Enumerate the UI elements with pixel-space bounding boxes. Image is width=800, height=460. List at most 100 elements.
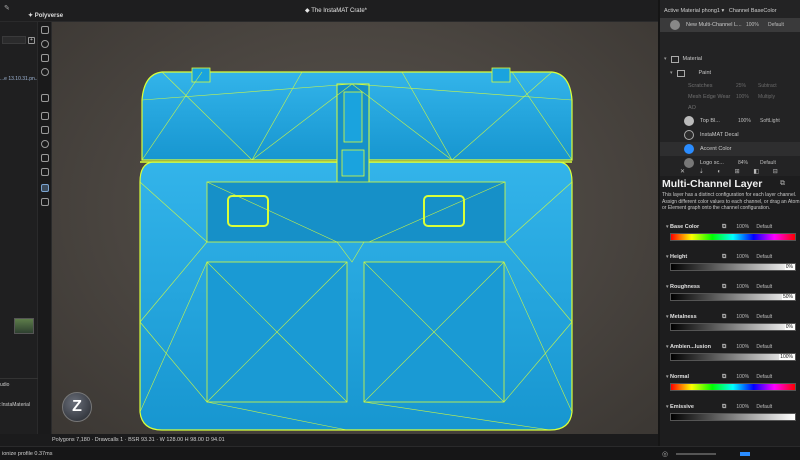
- 3d-viewport[interactable]: Z: [52, 22, 658, 434]
- pin-icon[interactable]: ✎: [4, 4, 10, 12]
- scale-tool-icon[interactable]: [41, 54, 49, 62]
- display-tool-icon[interactable]: [41, 198, 49, 206]
- props-description: This layer has a distinct configuration …: [662, 192, 800, 211]
- channel-blend[interactable]: Default: [756, 254, 772, 260]
- channel-blend[interactable]: Default: [756, 224, 772, 230]
- camera-tool-icon[interactable]: [41, 168, 49, 176]
- brand-label: ✦ Polyverse: [28, 13, 64, 19]
- select-tool-icon[interactable]: [41, 126, 49, 134]
- channel-opacity[interactable]: 100%: [736, 254, 756, 260]
- top-bar: ✎ ✦ Polyverse ◆ The InstaMAT Crate*: [0, 0, 660, 22]
- link-icon[interactable]: ⧉: [722, 404, 726, 411]
- z-logo-icon[interactable]: Z: [62, 392, 92, 422]
- layer-tool-icon[interactable]: [41, 94, 49, 102]
- channel-value-bar[interactable]: [670, 383, 796, 391]
- channel-opacity[interactable]: 100%: [736, 344, 756, 350]
- layer-row[interactable]: ▾ Paint: [660, 66, 800, 80]
- mask-tool-icon[interactable]: [41, 154, 49, 162]
- decal-icon: [684, 130, 694, 140]
- left-panel: + ...e 13.10.31.pn... udio :InstaMateria…: [0, 22, 38, 434]
- channel-name: Roughness: [670, 284, 700, 290]
- channel-blend[interactable]: Default: [756, 374, 772, 380]
- layer-row[interactable]: AO: [660, 101, 800, 115]
- link-icon[interactable]: ⧉: [722, 374, 726, 381]
- zoom-slider[interactable]: [676, 453, 716, 455]
- link-icon[interactable]: ⧉: [722, 254, 726, 261]
- channel-header[interactable]: ▾ Height ⧉ 100% Default: [660, 252, 800, 262]
- image-thumbnail[interactable]: [14, 318, 34, 334]
- channel-name: Ambien...lusion: [670, 344, 711, 350]
- channel-section: ▾ Ambien...lusion ⧉ 100% Default 100%: [660, 342, 800, 361]
- folder-icon: [676, 69, 685, 77]
- channel-opacity[interactable]: 100%: [736, 404, 756, 410]
- channel-header[interactable]: ▾ Normal ⧉ 100% Default: [660, 372, 800, 382]
- channel-blend[interactable]: Default: [756, 344, 772, 350]
- channel-name: Metalness: [670, 314, 697, 320]
- left-search-input[interactable]: [2, 36, 26, 44]
- channel-name: Height: [670, 254, 688, 260]
- channel-section: ▾ Normal ⧉ 100% Default: [660, 372, 800, 391]
- channel-value: 50%: [781, 294, 794, 300]
- material-thumb-icon: [670, 20, 680, 30]
- channel-value-bar[interactable]: 50%: [670, 293, 796, 301]
- channel-header[interactable]: ▾ Base Color ⧉ 100% Default: [660, 222, 800, 232]
- tool-strip: [38, 22, 52, 434]
- channel-header[interactable]: ▾ Roughness ⧉ 100% Default: [660, 282, 800, 292]
- paint-tool-icon[interactable]: [41, 184, 49, 192]
- channel-value-bar[interactable]: [670, 233, 796, 241]
- delete-tool-icon[interactable]: [41, 112, 49, 120]
- channel-name: Normal: [670, 374, 689, 380]
- folder-icon: [670, 55, 679, 63]
- link-icon[interactable]: ⧉: [722, 284, 726, 291]
- channel-section: ▾ Height ⧉ 100% Default 0%: [660, 252, 800, 271]
- add-icon[interactable]: +: [28, 37, 35, 44]
- link-icon[interactable]: ⧉: [722, 224, 726, 231]
- material-row[interactable]: New Multi-Channel L... 100% Default: [660, 18, 800, 32]
- window-title: ◆ The InstaMAT Crate*: [305, 8, 367, 14]
- divider: [0, 378, 38, 379]
- channel-opacity[interactable]: 100%: [736, 314, 756, 320]
- channel-value: 0%: [784, 324, 794, 330]
- channel-select[interactable]: BaseColor: [751, 8, 777, 14]
- active-material-header: Active Material phong1 ▾ Channel BaseCol…: [664, 8, 777, 14]
- channel-opacity[interactable]: 100%: [736, 284, 756, 290]
- channel-section: ▾ Roughness ⧉ 100% Default 50%: [660, 282, 800, 301]
- layer-row[interactable]: Top Bl... 100% SoftLight: [660, 114, 800, 128]
- channel-opacity[interactable]: 100%: [736, 224, 756, 230]
- channel-value-bar[interactable]: 0%: [670, 323, 796, 331]
- move-tool-icon[interactable]: [41, 26, 49, 34]
- channel-blend[interactable]: Default: [756, 314, 772, 320]
- progress-indicator: [740, 452, 750, 456]
- bottom-label-2: :InstaMaterial: [0, 402, 31, 408]
- layers-icon[interactable]: ⧉: [780, 180, 785, 188]
- link-icon[interactable]: ⧉: [722, 314, 726, 321]
- crate-model: [139, 67, 573, 431]
- channel-value-bar[interactable]: [670, 413, 796, 421]
- channel-value: 0%: [784, 264, 794, 270]
- channel-header[interactable]: ▾ Ambien...lusion ⧉ 100% Default: [660, 342, 800, 352]
- layer-row[interactable]: InstaMAT Decal: [660, 128, 800, 142]
- mesh-stats: Polygons 7,180 · Drawcalls 1 · BSR 93.31…: [52, 437, 225, 443]
- layer-toolbar[interactable]: ✕ ⇣ ◐ ⊞ ◧ ⊟ ⌖ ⋯: [680, 168, 800, 182]
- channel-opacity[interactable]: 100%: [736, 374, 756, 380]
- light-tool-icon[interactable]: [41, 140, 49, 148]
- channel-value-bar[interactable]: 0%: [670, 263, 796, 271]
- channel-header[interactable]: ▾ Metalness ⧉ 100% Default: [660, 312, 800, 322]
- layer-thumb-icon: [684, 116, 694, 126]
- layer-row[interactable]: ▾ Material: [660, 52, 800, 66]
- active-material-select[interactable]: phong1: [702, 8, 720, 14]
- bottom-label-1: udio: [0, 382, 10, 388]
- profile-label: ionize profile 0.37ms: [2, 451, 53, 457]
- layer-row[interactable]: Accent Color: [660, 142, 800, 156]
- channel-section: ▾ Base Color ⧉ 100% Default: [660, 222, 800, 241]
- channel-blend[interactable]: Default: [756, 284, 772, 290]
- globe-icon[interactable]: ◎: [662, 450, 668, 458]
- channel-value-bar[interactable]: 100%: [670, 353, 796, 361]
- settings-tool-icon[interactable]: [41, 68, 49, 76]
- channel-header[interactable]: ▾ Emissive ⧉ 100% Default: [660, 402, 800, 412]
- channel-section: ▾ Metalness ⧉ 100% Default 0%: [660, 312, 800, 331]
- file-entry[interactable]: ...e 13.10.31.pn...: [0, 76, 37, 82]
- channel-blend[interactable]: Default: [756, 404, 772, 410]
- link-icon[interactable]: ⧉: [722, 344, 726, 351]
- rotate-tool-icon[interactable]: [41, 40, 49, 48]
